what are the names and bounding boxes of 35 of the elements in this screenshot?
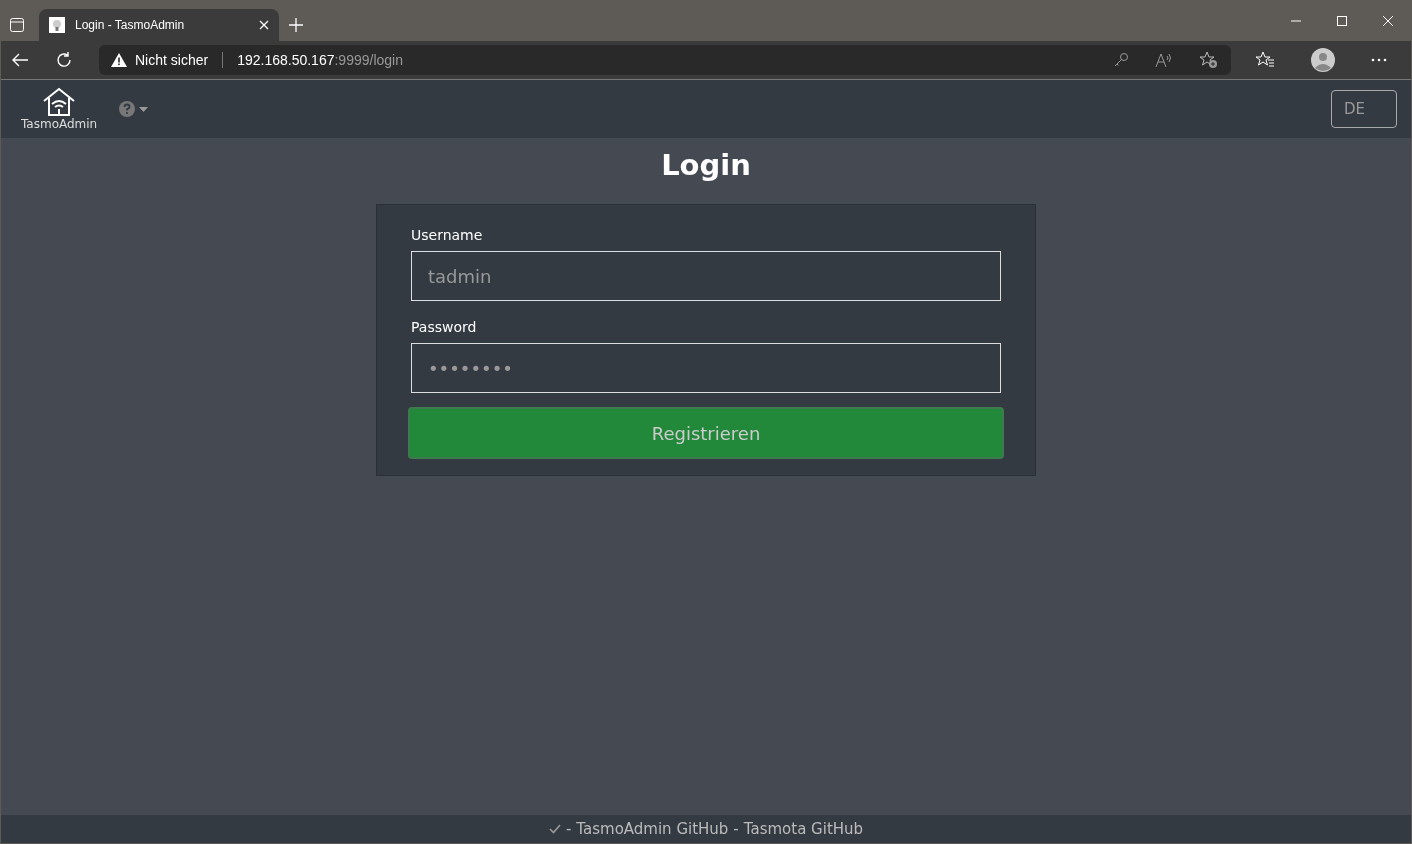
question-icon <box>119 101 136 117</box>
sidebar-toggle-icon[interactable] <box>9 17 25 33</box>
footer-separator: - <box>733 820 739 838</box>
favorites-icon[interactable] <box>1255 51 1275 69</box>
close-icon[interactable] <box>1382 15 1394 27</box>
bulb-icon <box>49 17 65 33</box>
help-menu-button[interactable] <box>119 101 149 117</box>
warning-icon <box>111 53 127 67</box>
language-button[interactable]: DE <box>1331 90 1397 128</box>
field-label: Password <box>411 319 478 335</box>
close-icon[interactable] <box>259 20 269 30</box>
security-label: Nicht sicher <box>135 52 209 68</box>
key-icon[interactable] <box>1113 52 1129 68</box>
more-icon[interactable] <box>1371 58 1387 62</box>
brand-link[interactable]: TasmoAdmin <box>21 87 98 131</box>
check-icon <box>548 824 561 834</box>
footer-link[interactable]: Tasmota GitHub <box>743 820 864 838</box>
plus-icon[interactable] <box>289 18 303 32</box>
page-title: Login <box>661 148 751 182</box>
maximize-icon[interactable] <box>1337 16 1347 26</box>
input-field[interactable]: tadmin <box>411 251 1001 301</box>
caret-icon <box>139 106 149 112</box>
favorite-add-icon[interactable] <box>1199 51 1219 69</box>
footer-link[interactable]: TasmoAdmin GitHub <box>576 820 729 838</box>
browser-tab[interactable]: Login - TasmoAdmin <box>39 9 279 41</box>
footer-separator: - <box>565 820 572 838</box>
input-field[interactable]: •••••••• <box>411 343 1001 393</box>
url-text: 192.168.50.167:9999/login <box>237 52 403 68</box>
tab-title: Login - TasmoAdmin <box>75 18 186 32</box>
read-aloud-icon[interactable] <box>1155 52 1173 68</box>
field-label: Username <box>411 227 484 243</box>
reload-icon[interactable] <box>55 51 73 69</box>
profile-avatar-icon[interactable] <box>1311 48 1335 72</box>
back-icon[interactable] <box>11 52 29 68</box>
address-bar[interactable]: Nicht sicher 192.168.50.167:9999/login <box>99 45 1231 75</box>
